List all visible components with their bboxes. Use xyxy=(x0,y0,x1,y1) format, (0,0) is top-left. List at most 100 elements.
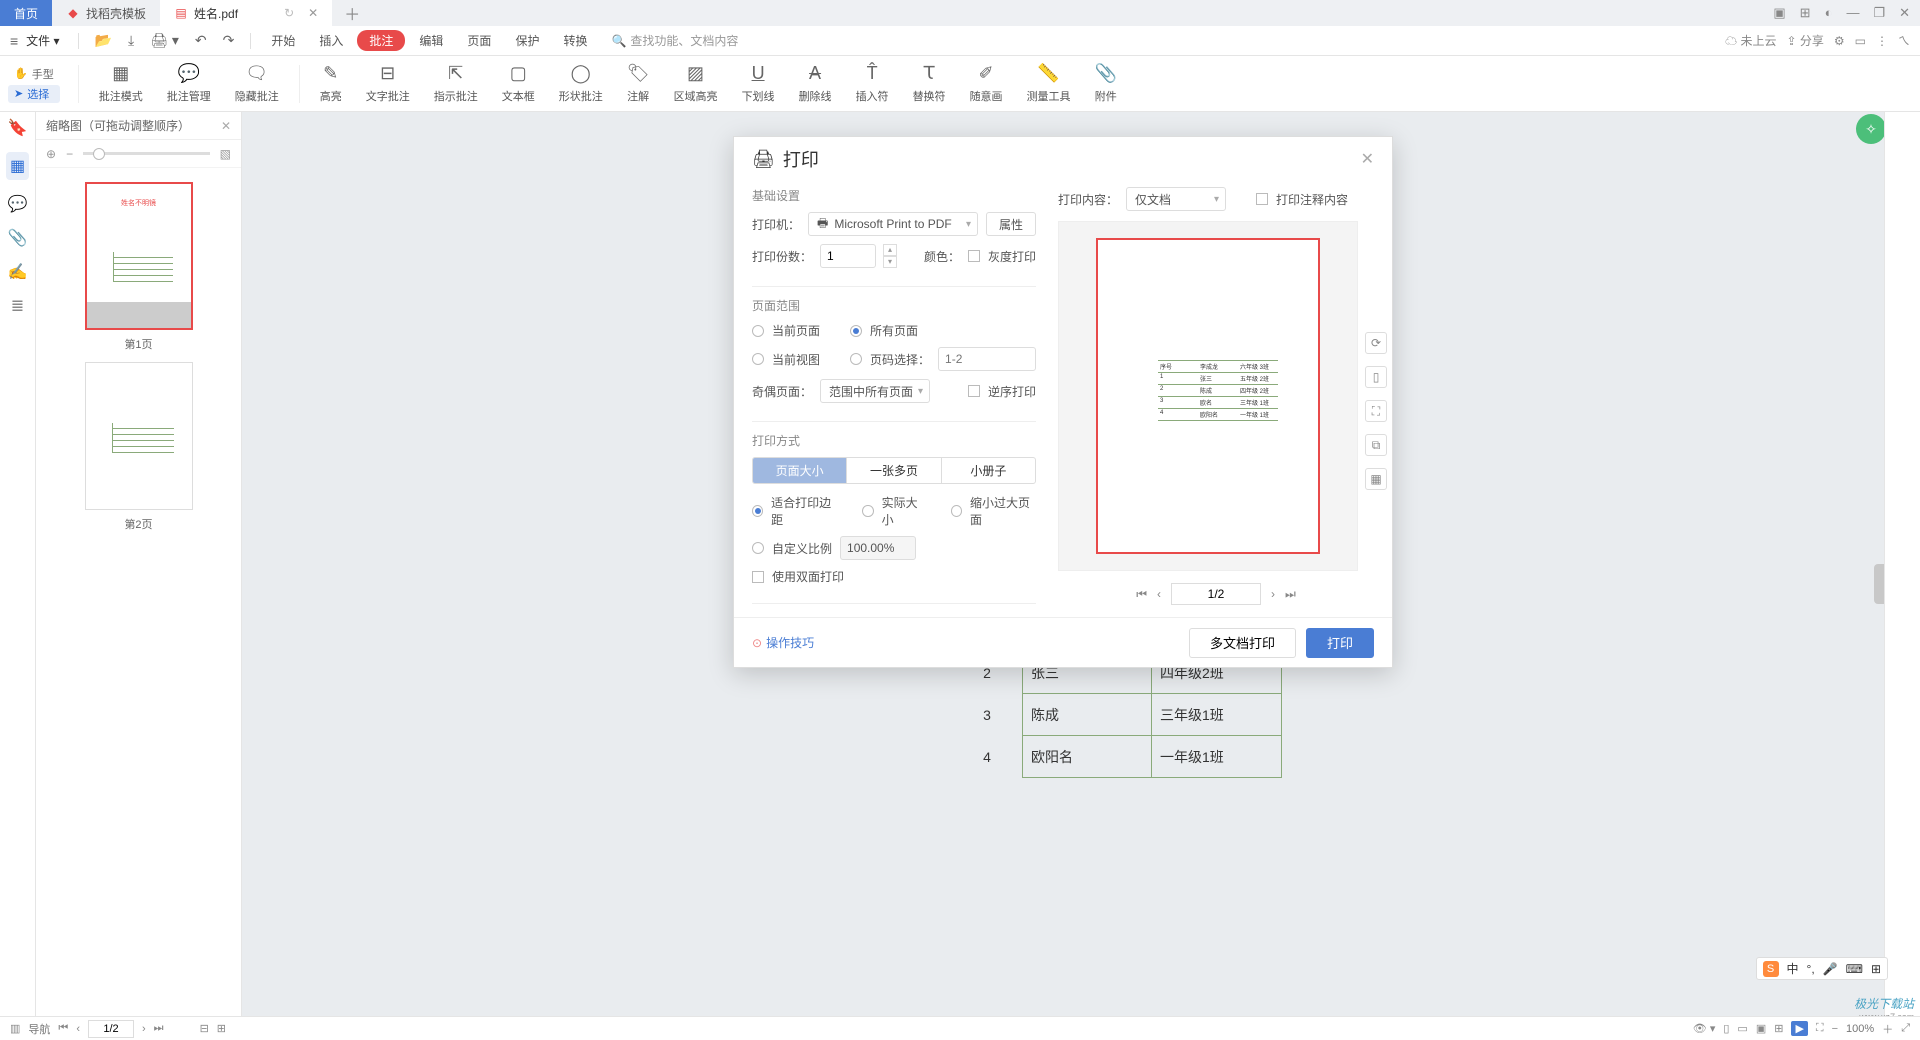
odd-even-select[interactable]: 范围中所有页面 xyxy=(820,379,930,403)
sb-view1-icon[interactable]: ▯ xyxy=(1723,1022,1729,1035)
apps-icon[interactable]: ⊞ xyxy=(1800,5,1811,21)
print-icon[interactable]: 🖨 ▾ xyxy=(144,32,185,49)
sb-zoom-out-icon[interactable]: − xyxy=(1832,1023,1838,1035)
grayscale-checkbox[interactable] xyxy=(968,250,980,262)
cloud-status[interactable]: ☁ 未上云 xyxy=(1725,32,1776,49)
hamburger-icon[interactable]: ≡ xyxy=(10,33,18,49)
download-icon[interactable]: ⤓ xyxy=(122,32,140,49)
copies-input[interactable] xyxy=(820,244,876,268)
ime-mic-icon[interactable]: 🎤 xyxy=(1823,962,1838,976)
tab-refresh-icon[interactable]: ↻ xyxy=(284,6,294,20)
tool-freehand[interactable]: ✐随意画 xyxy=(960,60,1013,108)
menu-start[interactable]: 开始 xyxy=(261,32,305,49)
rail-signature-icon[interactable]: ✍ xyxy=(8,262,28,282)
window-restore-icon[interactable]: ❐ xyxy=(1873,5,1885,21)
printer-properties-button[interactable]: 属性 xyxy=(986,212,1036,236)
scrollbar-handle[interactable] xyxy=(1874,564,1884,604)
rail-thumbnail-icon[interactable]: ▦ xyxy=(6,152,29,180)
thumbnail-page-1[interactable]: 姓名不明镜 第1页 xyxy=(85,182,193,352)
thumb-add-icon[interactable]: ⊕ xyxy=(46,147,56,161)
duplex-checkbox[interactable] xyxy=(752,571,764,583)
radio-current-view[interactable] xyxy=(752,353,764,365)
tool-hide-annot[interactable]: 🗨隐藏批注 xyxy=(225,60,289,108)
custom-ratio-input[interactable] xyxy=(840,536,916,560)
undo-icon[interactable]: ↶ xyxy=(189,32,213,49)
search-box[interactable]: 🔍 查找功能、文档内容 xyxy=(611,32,738,49)
collapse-ribbon-icon[interactable]: ㄟ xyxy=(1898,32,1910,49)
printer-select[interactable]: 🖶Microsoft Print to PDF xyxy=(808,212,978,236)
tool-attachment[interactable]: 📎附件 xyxy=(1085,60,1127,108)
tool-note[interactable]: 🏷注解 xyxy=(617,60,660,108)
radio-actual-size[interactable] xyxy=(862,505,873,517)
preview-crop-icon[interactable]: ⧉ xyxy=(1365,434,1387,456)
tool-text-annot[interactable]: ⊟文字批注 xyxy=(356,60,420,108)
sb-view3-icon[interactable]: ▣ xyxy=(1756,1022,1766,1035)
thumb-zoom-out-icon[interactable]: − xyxy=(66,147,73,161)
pager-prev-icon[interactable]: ‹ xyxy=(1157,587,1161,601)
ime-bar[interactable]: S 中 °, 🎤 ⌨ ⊞ xyxy=(1756,957,1889,980)
thumbnail-page-2[interactable]: 第2页 xyxy=(85,362,193,532)
tab-home[interactable]: 首页 xyxy=(0,0,52,26)
tab-templates[interactable]: ◆ 找稻壳模板 xyxy=(52,0,160,26)
tab-close-icon[interactable]: ✕ xyxy=(308,6,318,20)
preview-ruler-icon[interactable]: ▦ xyxy=(1365,468,1387,490)
message-icon[interactable]: ▭ xyxy=(1855,34,1866,48)
hand-mode[interactable]: ✋手型 xyxy=(8,65,60,83)
pager-input[interactable] xyxy=(1171,583,1261,605)
sb-fit-page-icon[interactable]: ⊞ xyxy=(217,1022,226,1035)
print-annot-checkbox[interactable] xyxy=(1256,193,1268,205)
tab-add-button[interactable]: ＋ xyxy=(332,1,372,25)
ime-lang[interactable]: 中 xyxy=(1787,960,1799,977)
sb-nav-label[interactable]: 导航 xyxy=(28,1021,50,1037)
tool-strike[interactable]: A删除线 xyxy=(789,60,842,108)
rail-attachment-icon[interactable]: 📎 xyxy=(8,228,28,248)
sb-crop-icon[interactable]: ⛶ xyxy=(1816,1022,1824,1035)
tool-highlight[interactable]: ✎高亮 xyxy=(310,60,352,108)
tool-area-highlight[interactable]: ▨区域高亮 xyxy=(664,60,728,108)
tool-underline[interactable]: U下划线 xyxy=(732,60,785,108)
thumb-image-icon[interactable]: ▧ xyxy=(220,147,231,161)
pager-last-icon[interactable]: ⏭ xyxy=(1285,587,1296,602)
tool-annotate-mode[interactable]: ▦批注模式 xyxy=(89,60,153,108)
menu-insert[interactable]: 插入 xyxy=(309,32,353,49)
sb-fullscreen-icon[interactable]: ⤢ xyxy=(1901,1022,1910,1035)
rail-layers-icon[interactable]: ≣ xyxy=(11,296,24,316)
sb-page-input[interactable] xyxy=(88,1020,134,1038)
more-icon[interactable]: ⋮ xyxy=(1876,34,1888,48)
sb-play-icon[interactable]: ▶ xyxy=(1791,1021,1807,1036)
tool-textbox[interactable]: ▢文本框 xyxy=(492,60,545,108)
sb-fit-width-icon[interactable]: ⊟ xyxy=(200,1022,209,1035)
sb-first-icon[interactable]: ⏮ xyxy=(58,1022,68,1035)
radio-current-page[interactable] xyxy=(752,325,764,337)
sb-view4-icon[interactable]: ⊞ xyxy=(1774,1022,1783,1035)
radio-fit-margin[interactable] xyxy=(752,505,763,517)
avatar-icon[interactable]: ◐ xyxy=(1825,5,1833,21)
redo-icon[interactable]: ↷ xyxy=(217,32,241,49)
select-mode[interactable]: ➤选择 xyxy=(8,85,60,103)
sb-sidebar-icon[interactable]: ▥ xyxy=(10,1022,20,1035)
radio-page-select[interactable] xyxy=(850,353,862,365)
file-menu[interactable]: 文件 ▾ xyxy=(26,32,59,49)
preview-fit-icon[interactable]: ⛶ xyxy=(1365,400,1387,422)
open-icon[interactable]: 📂 xyxy=(89,32,118,49)
menu-annotate[interactable]: 批注 xyxy=(357,30,405,51)
seg-page-size[interactable]: 页面大小 xyxy=(753,458,846,483)
menu-protect[interactable]: 保护 xyxy=(505,32,549,49)
print-button[interactable]: 打印 xyxy=(1306,628,1374,658)
tab-document[interactable]: ▤ 姓名.pdf ↻ ✕ xyxy=(160,0,332,26)
print-content-select[interactable]: 仅文档 xyxy=(1126,187,1226,211)
thumb-zoom-slider[interactable] xyxy=(83,152,210,155)
window-minimize-icon[interactable]: — xyxy=(1846,5,1859,21)
tool-measure[interactable]: 📏测量工具 xyxy=(1017,60,1081,108)
pager-next-icon[interactable]: › xyxy=(1271,587,1275,601)
menu-convert[interactable]: 转换 xyxy=(553,32,597,49)
tool-pointer-annot[interactable]: ⇱指示批注 xyxy=(424,60,488,108)
thumb-panel-close-icon[interactable]: ✕ xyxy=(221,119,231,133)
seg-booklet[interactable]: 小册子 xyxy=(941,458,1035,483)
pager-first-icon[interactable]: ⏮ xyxy=(1136,587,1147,602)
settings-icon[interactable]: ⚙ xyxy=(1834,34,1845,48)
preview-page-icon[interactable]: ▯ xyxy=(1365,366,1387,388)
radio-all-pages[interactable] xyxy=(850,325,862,337)
preview-refresh-icon[interactable]: ⟳ xyxy=(1365,332,1387,354)
sb-zoom-in-icon[interactable]: ＋ xyxy=(1882,1021,1893,1037)
